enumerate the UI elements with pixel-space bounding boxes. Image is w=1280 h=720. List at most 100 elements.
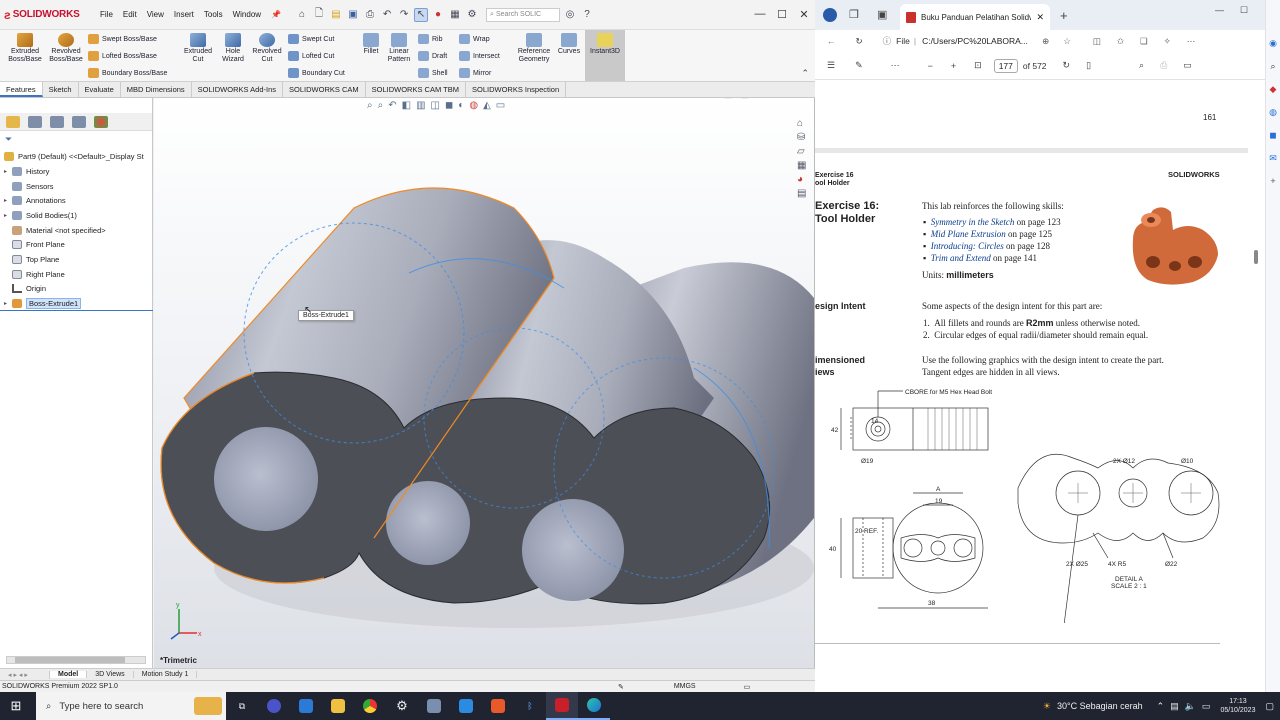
search-input[interactable]: ⌕ Search SOLIC	[486, 7, 561, 22]
app-bluetooth[interactable]: ᛒ	[514, 692, 546, 720]
new-document-icon[interactable]: 🗋	[312, 8, 326, 22]
filter-icon[interactable]: ⏷	[5, 134, 12, 145]
browser-tab-pdf[interactable]: Buku Panduan Pelatihan Solidw ✕	[900, 4, 1050, 30]
zoom-icon[interactable]: ⊕	[1042, 36, 1049, 47]
weather-text[interactable]: 30°C Sebagian cerah	[1057, 701, 1143, 711]
expand-caret-icon[interactable]: ▸	[4, 197, 12, 204]
units-selector[interactable]: MMGS	[674, 683, 696, 690]
url-field[interactable]: C:/Users/PC%20LABORA...	[922, 36, 1034, 46]
tab-mbd-dimensions[interactable]: MBD Dimensions	[121, 82, 192, 97]
undo-icon[interactable]: ↶	[380, 8, 394, 22]
back-icon[interactable]: ←	[827, 36, 836, 46]
restore-button[interactable]: ☐	[1240, 5, 1248, 16]
save-icon[interactable]: ▣	[346, 8, 360, 22]
panel-scrollbar[interactable]	[6, 656, 146, 664]
tab-actions-icon[interactable]: ▣	[877, 8, 887, 21]
tree-item-front-plane[interactable]: Front Plane	[4, 237, 65, 251]
redo-icon[interactable]: ↷	[397, 8, 411, 22]
profile-avatar[interactable]	[823, 8, 837, 22]
customize-icon[interactable]: ▭	[744, 683, 751, 691]
pin-icon[interactable]: 📌	[271, 10, 281, 19]
menu-edit[interactable]: Edit	[123, 10, 137, 19]
rotate-icon[interactable]: ↻	[1063, 60, 1071, 71]
boundary-boss-button[interactable]: Boundary Boss/Base	[88, 68, 167, 78]
page-number-input[interactable]: 177	[993, 58, 1018, 73]
swept-cut-button[interactable]: Swept Cut	[288, 34, 334, 44]
shell-button[interactable]: Shell	[418, 68, 448, 78]
app-obs[interactable]	[258, 692, 290, 720]
rebuild-icon[interactable]: ●	[431, 8, 445, 22]
graphics-area[interactable]: ⌕ ⌕ ↶ ◧ ▥ ◫ ◼ ◐ ◍ ◭ ▭ ▣ ▣ — ❐ ✕ ⌂ ⛁ ▱ ▦ …	[154, 98, 814, 668]
tree-item-top-plane[interactable]: Top Plane	[4, 252, 59, 266]
tools-icon[interactable]: ◍	[1269, 107, 1277, 118]
fit-page-icon[interactable]: ⊡	[974, 60, 982, 71]
office-icon[interactable]: ◼	[1269, 130, 1276, 141]
draft-button[interactable]: Draft	[418, 51, 447, 61]
lofted-cut-button[interactable]: Lofted Cut	[288, 51, 334, 61]
tree-item-history[interactable]: ▸ History	[4, 164, 49, 178]
app-store[interactable]	[418, 692, 450, 720]
favorite-star-icon[interactable]: ☆	[1063, 36, 1071, 47]
refresh-icon[interactable]: ↻	[856, 36, 863, 47]
file-properties-icon[interactable]: ▦	[448, 8, 462, 22]
outlook-icon[interactable]: ✉	[1269, 153, 1277, 164]
open-icon[interactable]: ▤	[329, 8, 343, 22]
expand-caret-icon[interactable]: ▸	[4, 300, 12, 307]
instant3d-button[interactable]: Instant3D	[585, 30, 625, 81]
menu-window[interactable]: Window	[233, 10, 261, 19]
page-view-icon[interactable]: ▯	[1086, 60, 1091, 71]
tool-holder-model[interactable]: y x	[154, 98, 814, 668]
clock[interactable]: 17:13 05/10/2023	[1220, 697, 1255, 715]
tab-features[interactable]: Features	[0, 82, 43, 97]
tray-arrow-icon[interactable]: ⌃	[1157, 701, 1165, 712]
extruded-boss-button[interactable]: Extruded Boss/Base	[4, 33, 46, 64]
zoom-out-icon[interactable]: −	[928, 61, 933, 71]
tree-item-sensors[interactable]: Sensors	[4, 179, 54, 193]
find-icon[interactable]: ⌕	[1139, 60, 1144, 71]
middle-hole[interactable]	[386, 481, 470, 565]
options-gear-icon[interactable]: ⚙	[465, 8, 479, 22]
tree-root-part[interactable]: Part9 (Default) <<Default>_Display St	[4, 149, 144, 163]
mirror-button[interactable]: Mirror	[459, 68, 491, 78]
wrap-button[interactable]: Wrap	[459, 34, 490, 44]
tab-scroll-arrows[interactable]: ◂ ▸ ◂ ▸	[0, 670, 50, 679]
favorites-icon[interactable]: ✩	[1117, 36, 1124, 47]
tree-item-boss-extrude1[interactable]: ▸ Boss-Extrude1	[4, 296, 82, 310]
expand-caret-icon[interactable]: ▸	[4, 212, 12, 219]
swept-boss-button[interactable]: Swept Boss/Base	[88, 34, 157, 44]
tree-item-origin[interactable]: Origin	[4, 281, 46, 295]
revolved-cut-button[interactable]: Revolved Cut	[248, 33, 286, 64]
workspaces-icon[interactable]: ❐	[849, 8, 859, 21]
language-icon[interactable]: ▭	[1202, 701, 1211, 712]
tab-cam[interactable]: SOLIDWORKS CAM	[283, 82, 366, 97]
search-sidebar-icon[interactable]: ⌕	[1270, 61, 1275, 72]
curves-button[interactable]: Curves	[555, 33, 583, 56]
app-edge[interactable]	[578, 692, 610, 720]
revolved-boss-button[interactable]: Revolved Boss/Base	[46, 33, 86, 64]
menu-file[interactable]: File	[100, 10, 113, 19]
shopping-icon[interactable]: ◆	[1270, 84, 1277, 95]
app-mail[interactable]	[290, 692, 322, 720]
tree-item-right-plane[interactable]: Right Plane	[4, 267, 65, 281]
tab-motion-study[interactable]: Motion Study 1	[134, 671, 198, 678]
reference-geometry-button[interactable]: Reference Geometry	[514, 33, 554, 64]
tab-addins[interactable]: SOLIDWORKS Add-Ins	[192, 82, 284, 97]
rib-button[interactable]: Rib	[418, 34, 443, 44]
app-media[interactable]	[482, 692, 514, 720]
app-chrome[interactable]	[354, 692, 386, 720]
new-tab-icon[interactable]: +	[1060, 8, 1068, 23]
collections-icon[interactable]: ❏	[1140, 36, 1148, 47]
extensions-icon[interactable]: ✧	[1164, 36, 1171, 47]
menu-insert[interactable]: Insert	[174, 10, 194, 19]
weather-icon[interactable]: ☀	[1043, 701, 1051, 712]
save-pdf-icon[interactable]: ▭	[1183, 60, 1192, 71]
tab-model[interactable]: Model	[50, 671, 88, 678]
menu-view[interactable]: View	[147, 10, 164, 19]
app-solidworks[interactable]	[546, 692, 578, 720]
vertical-scrollbar[interactable]	[1252, 80, 1260, 680]
dimxpert-icon[interactable]	[72, 116, 86, 128]
help-icon[interactable]: ?	[580, 8, 594, 22]
close-tab-icon[interactable]: ✕	[1036, 12, 1044, 23]
print-icon[interactable]: ⎙	[363, 8, 377, 22]
tree-item-solid-bodies[interactable]: ▸ Solid Bodies(1)	[4, 208, 77, 222]
